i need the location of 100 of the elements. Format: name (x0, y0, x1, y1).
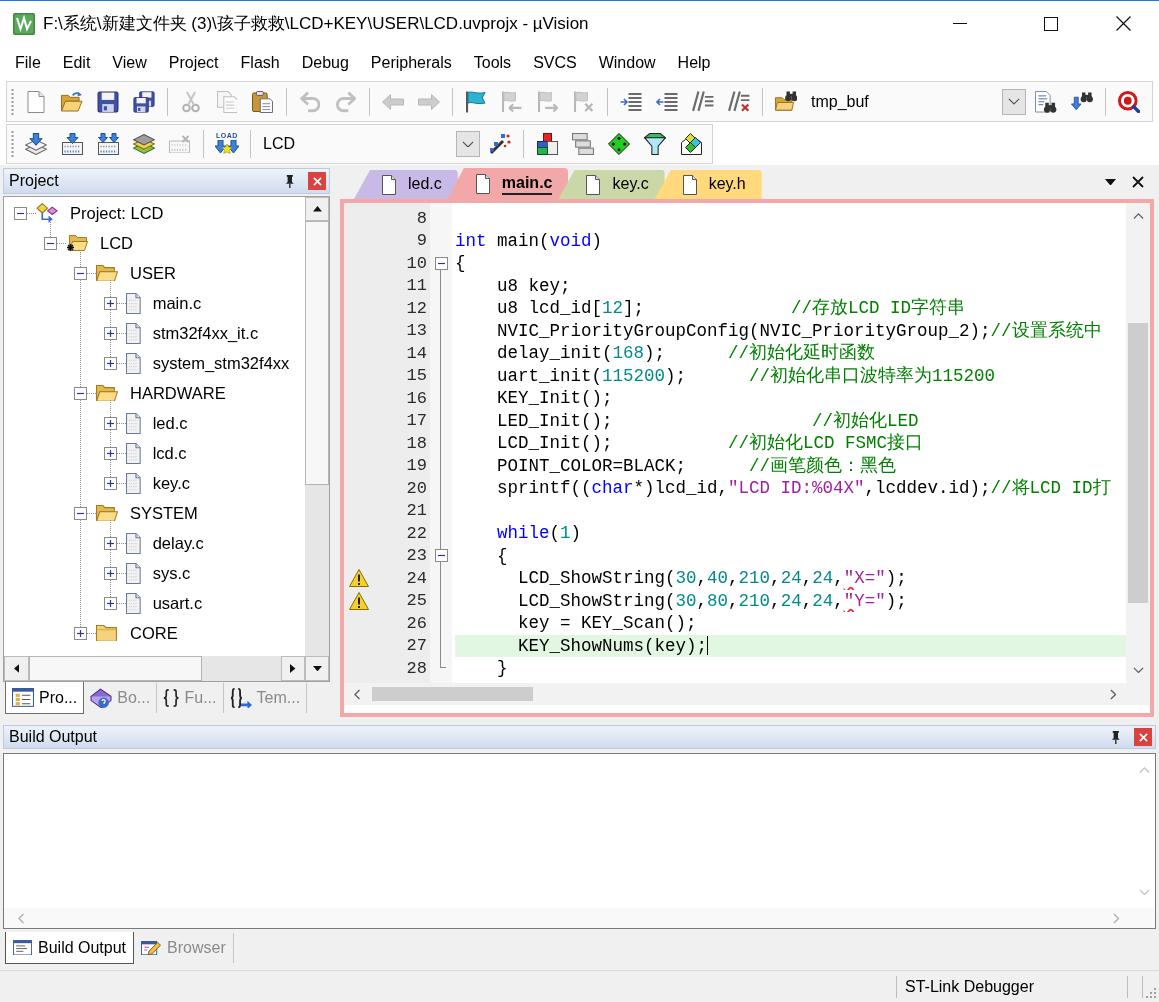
expand-icon[interactable] (74, 626, 87, 640)
menu-item[interactable]: Project (157, 54, 230, 71)
expand-icon[interactable] (104, 476, 117, 490)
tree-item[interactable]: LCD (100, 230, 133, 256)
menu-item[interactable]: File (4, 54, 52, 71)
open-folder-icon (96, 504, 118, 522)
tree-item[interactable]: led.c (152, 410, 188, 436)
line-number: 18 (406, 432, 427, 455)
tree-item[interactable]: Project: LCD (70, 200, 164, 226)
menu-item[interactable]: Window (587, 54, 667, 71)
caret-down-icon[interactable] (1105, 178, 1116, 186)
chevron-down-icon (1132, 666, 1144, 674)
expand-icon[interactable] (104, 536, 117, 550)
maximize-icon (1044, 16, 1058, 31)
tree-item[interactable]: HARDWARE (130, 380, 226, 406)
scroll-left-button[interactable] (4, 656, 29, 681)
tree-item[interactable]: sys.c (152, 560, 191, 586)
code-line: } (497, 657, 508, 680)
panel-tab[interactable]: Build Output (5, 932, 135, 964)
toolbar-grip-icon[interactable] (11, 130, 14, 158)
collapse-icon[interactable] (74, 506, 87, 520)
comment-icon (692, 91, 714, 112)
expand-icon[interactable] (104, 326, 117, 340)
file-icon (126, 352, 141, 374)
scrollbar-thumb[interactable] (1128, 323, 1148, 603)
menu-item[interactable]: Peripherals (359, 54, 463, 71)
close-button[interactable] (308, 172, 326, 190)
panel-tab[interactable]: Pro... (5, 682, 85, 714)
scrollbar-thumb[interactable] (305, 221, 329, 485)
editor-tab[interactable]: key.h (654, 170, 762, 199)
tree-item[interactable]: SYSTEM (130, 500, 198, 526)
scrollbar-thumb[interactable] (372, 687, 533, 701)
close-icon[interactable] (1132, 176, 1144, 188)
blocks-icon (536, 133, 558, 155)
editor-tab[interactable]: key.c (558, 170, 665, 199)
braces-arrow-icon (229, 687, 252, 709)
file-icon (475, 173, 490, 194)
editor-tab[interactable]: main.c (447, 168, 569, 199)
window-title: F:\系统\新建文件夹 (3)\孩子救救\LCD+KEY\USER\LCD.uvprojx - µVision (43, 12, 589, 35)
tree-item[interactable]: key.c (152, 470, 190, 496)
tree-item[interactable]: main.c (152, 290, 202, 316)
expand-icon[interactable] (104, 596, 117, 610)
collapse-icon[interactable] (44, 236, 57, 250)
close-button[interactable] (1134, 728, 1152, 746)
chevron-left-icon (353, 688, 361, 700)
tree-item[interactable]: USER (130, 260, 176, 286)
pin-icon[interactable] (285, 174, 295, 188)
menu-item[interactable]: Tools (462, 54, 523, 71)
menu-item[interactable]: View (101, 54, 158, 71)
find-combo[interactable]: tmp_buf (804, 86, 1028, 117)
menu-item[interactable]: Help (666, 54, 722, 71)
line-number: 19 (406, 455, 427, 477)
code-line: LED_Init(); //初始化LED (497, 409, 919, 432)
tree-item[interactable]: CORE (130, 620, 178, 646)
scissors-icon (182, 90, 200, 113)
editor-tab[interactable]: led.c (354, 170, 458, 199)
code-line: KEY_ShowNums(key); (518, 634, 708, 657)
collapse-icon[interactable] (74, 386, 87, 400)
expand-icon[interactable] (104, 356, 117, 370)
resize-grip-icon[interactable] (1145, 987, 1157, 999)
expand-icon[interactable] (104, 566, 117, 580)
collapse-icon[interactable] (74, 266, 87, 280)
menu-item[interactable]: Debug (290, 54, 360, 71)
tree-item[interactable]: stm32f4xx_it.c (152, 320, 259, 346)
expand-icon[interactable] (104, 296, 117, 310)
triangle-right-icon (290, 664, 296, 673)
chevron-right-icon (1109, 688, 1117, 700)
scroll-up-button[interactable] (305, 197, 329, 221)
triangle-up-icon (312, 206, 322, 212)
line-number: 13 (406, 320, 427, 342)
menu-item[interactable]: SVCS (522, 54, 588, 71)
collapse-icon[interactable] (434, 256, 448, 270)
undo-icon (299, 90, 321, 113)
code-line: delay_init(168); //初始化延时函数 (497, 342, 876, 365)
menu-item[interactable]: Flash (229, 54, 291, 71)
target-combo[interactable]: LCD (256, 129, 482, 159)
tree-item[interactable]: system_stm32f4xx (152, 350, 290, 376)
open-folder-icon (96, 384, 118, 402)
clipboard-icon (252, 90, 274, 113)
panel-title: Project (9, 171, 59, 191)
collapse-icon[interactable] (434, 549, 448, 563)
toolbar-grip-icon[interactable] (11, 87, 14, 116)
project-window-icon (12, 688, 34, 707)
code-line: POINT_COLOR=BLACK; //画笔颜色：黑色 (497, 454, 897, 477)
tree-item[interactable]: usart.c (152, 590, 203, 616)
collapse-icon[interactable] (14, 206, 27, 220)
tree-item[interactable]: delay.c (152, 530, 204, 556)
code-line: int main(void) (455, 229, 603, 252)
expand-icon[interactable] (104, 416, 117, 430)
indent-icon (620, 92, 642, 111)
expand-icon[interactable] (104, 446, 117, 460)
flag-left-arrow-icon (501, 90, 523, 113)
line-number: 23 (406, 545, 427, 567)
flag-right-arrow-icon (537, 90, 559, 113)
tree-item[interactable]: lcd.c (152, 440, 187, 466)
scroll-down-button[interactable] (305, 656, 329, 681)
scroll-right-button[interactable] (281, 656, 305, 681)
scrollbar-thumb[interactable] (29, 656, 202, 681)
pin-icon[interactable] (1111, 730, 1121, 744)
menu-item[interactable]: Edit (51, 54, 102, 71)
